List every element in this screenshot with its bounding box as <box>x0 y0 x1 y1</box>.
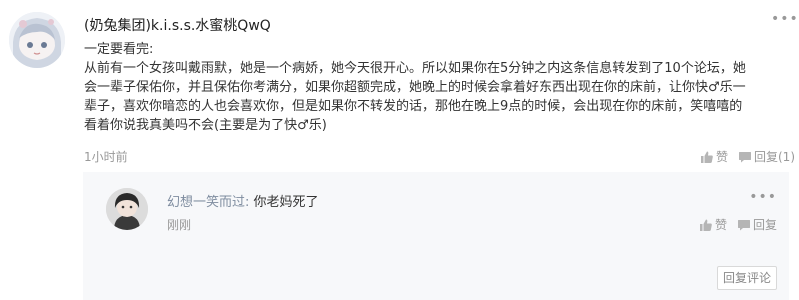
reply-comment-button[interactable]: 回复评论 <box>717 266 777 290</box>
reply-button[interactable]: 回复 <box>737 216 777 233</box>
reply-separator: : <box>245 195 250 210</box>
avatar[interactable] <box>106 188 148 230</box>
reply-text: 你老妈死了 <box>253 195 319 210</box>
reply-button[interactable]: 回复(1) <box>738 148 795 165</box>
like-button[interactable]: 赞 <box>700 148 728 165</box>
reply-timestamp: 刚刚 <box>167 218 192 232</box>
reply-actions: 赞 回复 <box>699 216 777 233</box>
comment-timestamp: 1小时前 <box>84 150 128 164</box>
comment-actions: 赞 回复(1) <box>700 148 795 165</box>
thumb-up-icon <box>700 150 714 164</box>
comment-line: 从前有一个女孩叫戴雨默，她是一个病娇，她今天很开心。所以如果你在5分钟之内这条信… <box>84 61 746 76</box>
reply-section: 幻想一笑而过: 你老妈死了 ••• 刚刚 赞 回复 回复评论 <box>83 172 789 300</box>
like-label: 赞 <box>714 218 727 232</box>
comment-icon <box>737 218 751 232</box>
avatar[interactable] <box>9 12 65 68</box>
comment-content: 一定要看完: 从前有一个女孩叫戴雨默，她是一个病娇，她今天很开心。所以如果你在5… <box>84 40 784 135</box>
comment-line: 一定要看完: <box>84 42 154 57</box>
more-dots-icon[interactable]: ••• <box>749 190 777 204</box>
thumb-up-icon <box>699 218 713 232</box>
comment-line: 辈子，喜欢你暗恋的人也会喜欢你，但是如果你不转发的话，那他在晚上9点的时候，会出… <box>84 99 743 114</box>
comment-line: 会一辈子保佑你，并且保佑你考满分，如果你超额完成，她晚上的时候会拿着好东西出现在… <box>84 80 746 95</box>
comment-icon <box>738 150 752 164</box>
reply-content: 幻想一笑而过: 你老妈死了 <box>167 191 319 210</box>
reply-username[interactable]: 幻想一笑而过 <box>167 195 245 210</box>
more-dots-icon[interactable]: ••• <box>771 12 799 26</box>
like-label: 赞 <box>715 150 728 164</box>
reply-label: 回复 <box>752 218 777 232</box>
comment-username[interactable]: (奶兔集团)k.i.s.s.水蜜桃QwQ <box>84 15 271 35</box>
like-button[interactable]: 赞 <box>699 216 727 233</box>
comment-line: 看着你说我真美吗不会(主要是为了快♂乐) <box>84 118 327 133</box>
reply-label: 回复(1) <box>754 150 795 164</box>
